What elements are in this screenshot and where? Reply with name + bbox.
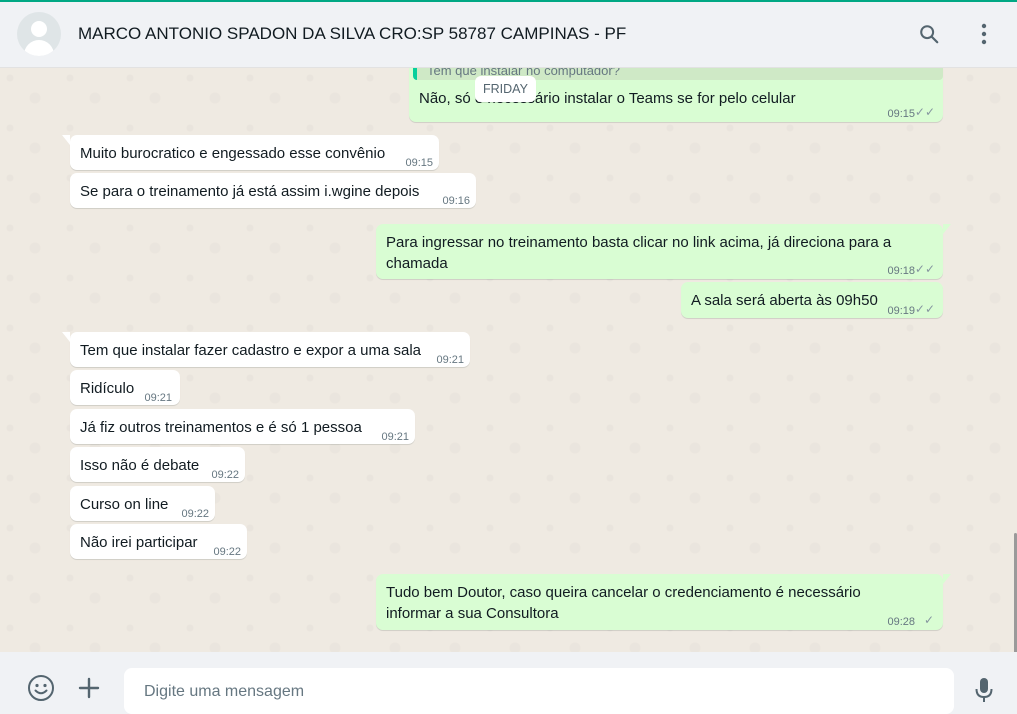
plus-icon[interactable] (73, 672, 105, 704)
search-icon[interactable] (915, 20, 943, 48)
more-vertical-icon[interactable] (970, 20, 998, 48)
message-time: 09:22 (181, 508, 209, 520)
message-time: 09:18 (887, 265, 915, 277)
message-outgoing[interactable]: A sala será aberta às 09h50 09:19 ✓✓ (681, 282, 943, 318)
message-time: 09:21 (436, 354, 464, 366)
message-incoming[interactable]: Isso não é debate 09:22 (70, 447, 245, 482)
message-text: Tem que instalar fazer cadastro e expor … (80, 342, 422, 359)
message-text: Se para o treinamento já está assim i.wg… (80, 183, 420, 200)
message-time: 09:28 (887, 616, 915, 628)
message-list[interactable]: Tem que instalar no computador? Não, só … (0, 68, 1017, 652)
message-time: 09:21 (144, 392, 172, 404)
emoji-icon[interactable] (25, 672, 57, 704)
contact-avatar[interactable] (17, 12, 61, 56)
message-incoming[interactable]: Ridículo 09:21 (70, 370, 180, 405)
message-outgoing[interactable]: Para ingressar no treinamento basta clic… (376, 224, 951, 279)
message-input[interactable] (142, 678, 926, 706)
microphone-icon[interactable] (968, 674, 1000, 706)
message-time: 09:22 (213, 546, 241, 558)
message-text: Tudo bem Doutor, caso queira cancelar o … (386, 584, 861, 622)
message-time: 09:16 (442, 195, 470, 207)
message-text: Curso on line (80, 496, 169, 513)
message-text: Isso não é debate (80, 457, 200, 474)
message-time: 09:15 (405, 157, 433, 169)
message-incoming[interactable]: Não irei participar 09:22 (70, 524, 247, 559)
message-incoming[interactable]: Já fiz outros treinamentos e é só 1 pess… (70, 409, 415, 444)
message-incoming[interactable]: Tem que instalar fazer cadastro e expor … (62, 332, 470, 367)
message-time: 09:15 (887, 108, 915, 120)
message-time: 09:19 (887, 305, 915, 317)
message-incoming[interactable]: Curso on line 09:22 (70, 486, 215, 521)
compose-bar (0, 652, 1017, 714)
message-text: Para ingressar no treinamento basta clic… (386, 234, 892, 272)
message-time: 09:22 (211, 469, 239, 481)
contact-name[interactable]: MARCO ANTONIO SPADON DA SILVA CRO:SP 587… (78, 24, 626, 44)
double-check-icon: ✓✓ (914, 302, 935, 316)
double-check-icon: ✓✓ (914, 262, 935, 276)
message-incoming[interactable]: Se para o treinamento já está assim i.wg… (70, 173, 476, 208)
message-outgoing[interactable]: Tudo bem Doutor, caso queira cancelar o … (376, 574, 951, 630)
chat-header: MARCO ANTONIO SPADON DA SILVA CRO:SP 587… (0, 2, 1017, 68)
message-incoming[interactable]: Muito burocratico e engessado esse convê… (62, 135, 439, 170)
single-check-icon: ✓ (923, 613, 934, 627)
day-divider: FRIDAY (475, 76, 536, 102)
message-text: Não irei participar (80, 534, 198, 551)
message-text: Muito burocratico e engessado esse convê… (80, 145, 386, 162)
message-text: A sala será aberta às 09h50 (691, 292, 878, 309)
default-avatar-icon (31, 21, 47, 37)
message-text: Já fiz outros treinamentos e é só 1 pess… (80, 419, 362, 436)
message-input-box[interactable] (124, 668, 954, 714)
message-text: Ridículo (80, 380, 135, 397)
message-time: 09:21 (381, 431, 409, 443)
double-check-icon: ✓✓ (914, 105, 935, 119)
